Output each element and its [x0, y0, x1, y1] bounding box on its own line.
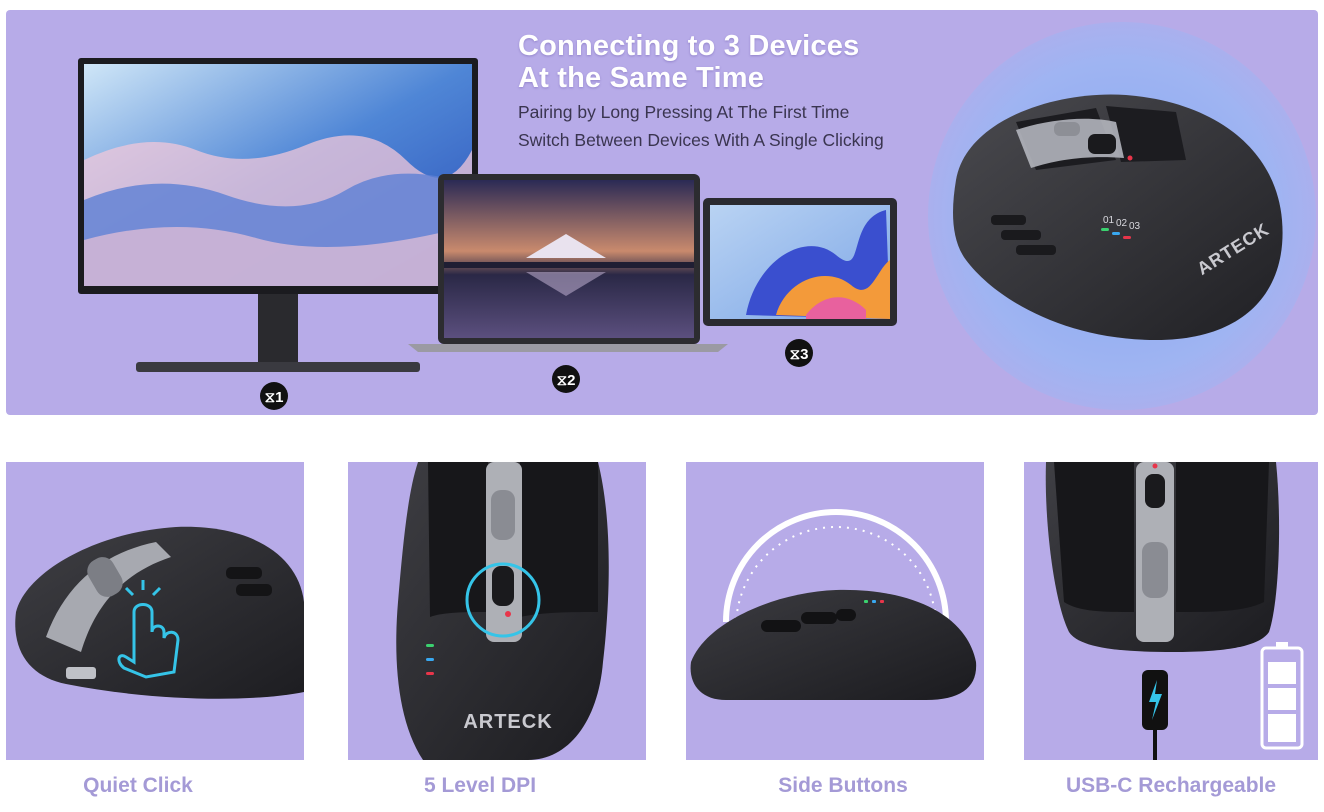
headline-line-2: At the Same Time [518, 62, 765, 94]
caption-usb-c: USB-C Rechargeable [1065, 774, 1277, 797]
laptop-image [408, 174, 728, 352]
caption-side-buttons: Side Buttons [778, 774, 908, 797]
led-label-2: 02 [1116, 218, 1128, 229]
led-label-3: 03 [1129, 221, 1141, 232]
channel-badge-2: ⧖2 [552, 365, 580, 393]
hero-subline-1: Pairing by Long Pressing At The First Ti… [518, 102, 850, 122]
tablet-image [703, 198, 897, 326]
caption-dpi: 5 Level DPI [423, 774, 537, 797]
dpi-brand-logo: ARTECK [463, 711, 552, 733]
led-label-1: 01 [1103, 215, 1115, 226]
hero-banner: ⧖1 ⧖2 ⧖3 01 02 03 ARTECK Connecting to 3… [6, 10, 1318, 415]
svg-text:⧖1: ⧖1 [265, 389, 284, 406]
channel-badge-3: ⧖3 [785, 339, 813, 367]
battery-icon [1260, 642, 1304, 750]
svg-text:⧖3: ⧖3 [790, 346, 809, 363]
monitor-image [78, 58, 478, 372]
feature-tile-usb-c [1024, 462, 1318, 760]
usb-c-image [1045, 462, 1304, 760]
channel-badge-1: ⧖1 [260, 382, 288, 410]
hero-headline: Connecting to 3 Devices At the Same Time [518, 30, 859, 94]
caption-quiet-click: Quiet Click [83, 774, 193, 797]
side-buttons-image [690, 509, 977, 700]
quiet-click-image [15, 526, 304, 699]
dpi-image: ARTECK [396, 462, 609, 760]
hero-subline-2: Switch Between Devices With A Single Cli… [518, 130, 884, 150]
feature-tile-quiet-click [6, 462, 304, 760]
headline-line-1: Connecting to 3 Devices [518, 30, 860, 62]
feature-tile-side-buttons [686, 462, 984, 760]
feature-tile-dpi: ARTECK [348, 462, 646, 760]
svg-text:⧖2: ⧖2 [557, 372, 576, 389]
